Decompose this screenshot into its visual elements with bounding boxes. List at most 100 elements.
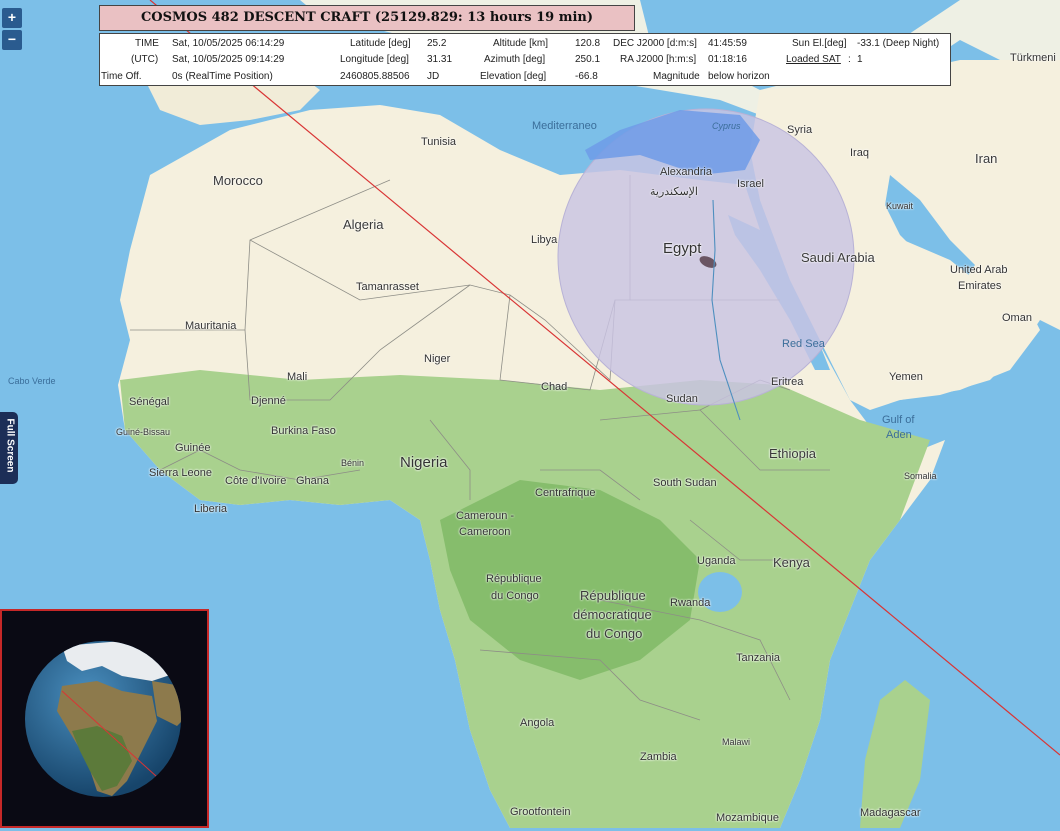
full-screen-label: Full Screen — [4, 418, 16, 473]
label-niger: Niger — [424, 353, 451, 365]
label-rep-congo-1: République — [486, 573, 542, 585]
label-libya: Libya — [531, 234, 558, 246]
label-tamanrasset: Tamanrasset — [356, 281, 419, 293]
label-algeria: Algeria — [343, 217, 384, 232]
dec-value: 41:45:59 — [708, 38, 747, 49]
label-liberia: Liberia — [194, 503, 228, 515]
latitude-value: 25.2 — [427, 38, 447, 49]
label-eritrea: Eritrea — [771, 376, 804, 388]
magnitude-label: Magnitude — [653, 71, 700, 82]
label-zambia: Zambia — [640, 751, 677, 763]
label-grootfontein: Grootfontein — [510, 806, 571, 818]
label-mauritania: Mauritania — [185, 320, 237, 332]
label-rdc-1: République — [580, 588, 646, 603]
label-rdc-2: démocratique — [573, 607, 652, 622]
jd-value: 2460805.88506 — [340, 71, 410, 82]
label-senegal: Sénégal — [129, 396, 170, 408]
label-alexandria-ar: الإسكندرية — [650, 186, 698, 198]
altitude-label: Altitude [km] — [493, 38, 549, 49]
label-tunisia: Tunisia — [421, 136, 457, 148]
label-rdc-3: du Congo — [586, 626, 643, 641]
label-guinee: Guinée — [175, 442, 211, 454]
label-guinee-bissau: Guiné-Bissau — [116, 427, 171, 437]
satellite-title: COSMOS 482 DESCENT CRAFT (25129.829: 13 … — [99, 5, 635, 31]
time-offset-label: Time Off. — [101, 71, 142, 82]
dec-label: DEC J2000 [d:m:s] — [613, 38, 697, 49]
label-cote-ivoire: Côte d'Ivoire — [225, 475, 287, 487]
time-label: TIME — [135, 38, 159, 49]
label-alexandria: Alexandria — [660, 166, 712, 178]
label-sudan: Sudan — [666, 393, 698, 405]
label-angola: Angola — [520, 717, 555, 729]
label-burkina-faso: Burkina Faso — [271, 425, 336, 437]
label-morocco: Morocco — [213, 173, 263, 188]
latitude-label: Latitude [deg] — [350, 38, 411, 49]
utc-value: Sat, 10/05/2025 09:14:29 — [172, 54, 285, 65]
label-turkmeni: Türkmeni — [1010, 52, 1056, 64]
label-uganda: Uganda — [697, 555, 736, 567]
label-south-sudan: South Sudan — [653, 477, 717, 489]
label-djenne: Djenné — [251, 395, 286, 407]
ra-label: RA J2000 [h:m:s] — [620, 54, 697, 65]
sun-elevation-label: Sun El.[deg] — [792, 38, 847, 49]
zoom-in-button[interactable]: + — [2, 8, 22, 28]
elevation-label: Elevation [deg] — [480, 71, 547, 82]
loaded-sat-separator: : — [848, 54, 851, 65]
magnitude-value: below horizon — [708, 71, 770, 82]
label-benin: Bénin — [341, 458, 365, 468]
jd-label: JD — [427, 71, 440, 82]
label-cabo-verde: Cabo Verde — [8, 376, 56, 386]
label-cameroun-2: Cameroon — [459, 526, 511, 538]
full-screen-button[interactable]: Full Screen — [0, 412, 18, 484]
label-syria: Syria — [787, 124, 813, 136]
label-ghana: Ghana — [296, 475, 330, 487]
label-saudi-arabia: Saudi Arabia — [801, 250, 875, 265]
label-ethiopia: Ethiopia — [769, 446, 816, 461]
label-mozambique: Mozambique — [716, 812, 779, 824]
label-mediterraneo: Mediterraneo — [532, 120, 597, 132]
label-rwanda: Rwanda — [670, 597, 711, 609]
time-offset-value: 0s (RealTime Position) — [172, 71, 273, 82]
label-yemen: Yemen — [889, 371, 923, 383]
label-gulf-aden-2: Aden — [886, 429, 912, 441]
label-oman: Oman — [1002, 312, 1032, 324]
info-panel: TIME Sat, 10/05/2025 06:14:29 (UTC) Sat,… — [99, 33, 951, 86]
label-uae-1: United Arab — [950, 264, 1008, 276]
altitude-value: 120.8 — [575, 38, 601, 49]
label-rep-congo-2: du Congo — [491, 590, 539, 602]
longitude-value: 31.31 — [427, 54, 453, 65]
label-iraq: Iraq — [850, 147, 869, 159]
globe-graphic — [25, 641, 181, 797]
label-centrafrique: Centrafrique — [535, 487, 596, 499]
label-egypt: Egypt — [663, 240, 702, 257]
label-sierra-leone: Sierra Leone — [149, 467, 212, 479]
utc-label: (UTC) — [131, 54, 159, 65]
label-cameroun-1: Cameroun - — [456, 510, 515, 522]
elevation-value: -66.8 — [575, 71, 598, 82]
label-cyprus: Cyprus — [712, 121, 741, 131]
loaded-sat-link[interactable]: Loaded SAT — [786, 54, 841, 66]
ra-value: 01:18:16 — [708, 54, 747, 65]
globe-minimap[interactable] — [0, 609, 209, 828]
sun-elevation-value: -33.1 (Deep Night) — [857, 38, 940, 49]
label-malawi: Malawi — [722, 737, 751, 747]
time-value: Sat, 10/05/2025 06:14:29 — [172, 38, 285, 49]
label-somalia: Somalia — [904, 471, 937, 481]
label-mali: Mali — [287, 371, 308, 383]
label-chad: Chad — [541, 381, 568, 393]
label-gulf-aden-1: Gulf of — [882, 414, 915, 426]
azimuth-value: 250.1 — [575, 54, 601, 65]
label-madagascar: Madagascar — [860, 807, 921, 819]
label-kenya: Kenya — [773, 555, 810, 570]
label-iran: Iran — [975, 151, 998, 166]
label-uae-2: Emirates — [958, 280, 1002, 292]
longitude-label: Longitude [deg] — [340, 54, 409, 65]
zoom-out-button[interactable]: − — [2, 30, 22, 50]
label-tanzania: Tanzania — [736, 652, 781, 664]
label-red-sea: Red Sea — [782, 338, 825, 350]
label-kuwait: Kuwait — [886, 201, 914, 211]
loaded-sat-value: 1 — [857, 54, 863, 65]
azimuth-label: Azimuth [deg] — [484, 54, 546, 65]
label-israel: Israel — [737, 178, 764, 190]
label-nigeria: Nigeria — [400, 454, 448, 471]
